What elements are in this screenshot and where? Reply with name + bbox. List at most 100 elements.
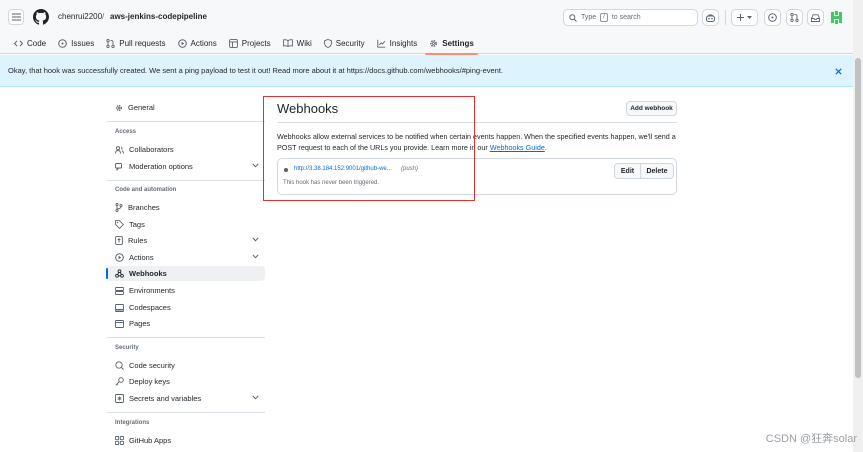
sidebar-item-codespaces[interactable]: Codespaces [107,300,265,315]
user-avatar[interactable] [828,9,845,26]
breadcrumb-owner[interactable]: chenrui2200 [58,12,102,21]
asterisk-icon [115,394,124,403]
apps-icon [115,436,124,445]
table-icon [228,38,238,48]
sidebar-item-secrets-variables[interactable]: Secrets and variables [107,391,265,406]
webhooks-guide-link[interactable]: Webhooks Guide [490,143,545,152]
chevron-down-icon [252,395,259,400]
shield-icon [323,38,332,48]
sidebar-item-pages[interactable]: Pages [107,316,265,331]
book-icon [282,39,293,47]
tab-label: Issues [71,38,95,48]
tab-code[interactable]: Code [8,34,52,52]
sidebar-item-rules[interactable]: Rules [107,233,265,248]
search-shortcut-key: / [600,13,608,22]
sidebar-item-tags[interactable]: Tags [107,217,265,232]
tab-issues[interactable]: Issues [52,34,100,52]
sidebar-item-moderation-options[interactable]: Moderation options [107,159,265,174]
copilot-button[interactable] [702,9,719,26]
sidebar-item-label: Pages [129,319,151,328]
triangle-down-icon [747,16,752,19]
hook-status-dot [284,168,288,172]
sidebar-item-branches[interactable]: Branches [107,200,265,215]
sidebar-heading-code-automation: Code and automation [115,187,177,193]
hook-status-text: This hook has never been triggered. [283,180,380,186]
webhooks-description: Webhooks allow external services to be n… [277,131,677,153]
issue-icon [58,38,67,48]
browser-icon [115,319,124,328]
repo-nav: Code Issues Pull requests Actions Projec… [8,34,480,55]
sidebar-item-label: Tags [129,220,145,229]
add-webhook-button[interactable]: Add webhook [626,101,677,116]
sidebar-item-label: Codespaces [129,303,171,312]
hook-actions: Edit Delete [614,163,674,179]
search-icon [569,13,577,22]
tab-label: Security [335,38,365,48]
hamburger-icon [11,13,21,21]
flash-notice: Okay, that hook was successfully created… [0,55,853,87]
sidebar-item-label: Collaborators [129,145,174,154]
page-title: Webhooks [277,101,339,116]
breadcrumb-repo[interactable]: aws-jenkins-codepipeline [110,12,207,21]
sidebar-heading-access: Access [115,129,137,135]
hook-url-link[interactable]: http://3.38.184.152:9001/github-we... [294,166,392,172]
sidebar-item-label: Webhooks [129,269,167,278]
tab-settings[interactable]: Settings [423,34,480,55]
watermark-text: CSDN @狂奔solar [765,433,857,445]
sidebar-heading-integrations: Integrations [115,420,150,426]
inbox-button[interactable] [807,9,824,26]
tab-actions[interactable]: Actions [172,34,223,52]
edit-hook-button[interactable]: Edit [615,164,641,178]
sidebar-item-actions[interactable]: Actions [107,250,265,265]
identicon-icon [831,11,842,24]
chevron-down-icon [252,237,259,242]
sidebar-item-label: Branches [128,203,160,212]
pull-requests-button[interactable] [786,9,803,26]
sidebar-item-label: Code security [129,361,175,370]
sidebar-heading-security: Security [115,345,139,351]
code-icon [14,39,23,47]
issues-button[interactable] [764,9,781,26]
tag-icon [115,220,124,229]
tab-security[interactable]: Security [318,34,371,52]
gear-icon [115,104,123,111]
tab-label: Settings [442,38,474,48]
tab-projects[interactable]: Projects [223,34,277,52]
search-input[interactable]: Type / to search [563,9,698,26]
comment-discussion-icon [115,162,122,171]
sidebar-item-collaborators[interactable]: Collaborators [107,142,265,157]
copilot-icon [706,13,715,22]
tab-label: Code [27,38,47,48]
delete-hook-button[interactable]: Delete [641,164,673,178]
sidebar-divider [107,121,265,122]
sidebar-item-general[interactable]: General [107,100,265,115]
sidebar-item-github-apps[interactable]: GitHub Apps [107,433,265,448]
chevron-down-icon [252,254,259,259]
sidebar-item-webhooks[interactable]: Webhooks [106,266,265,281]
sidebar-item-environments[interactable]: Environments [107,283,265,298]
sidebar-item-code-security[interactable]: Code security [107,358,265,373]
description-end: . [544,143,547,152]
flash-close-button[interactable] [832,65,844,77]
codespaces-icon [115,303,124,312]
close-icon [834,67,842,75]
scrollbar-thumb[interactable] [855,58,861,378]
webhook-icon [115,269,124,278]
sidebar-divider [107,337,265,338]
tab-insights[interactable]: Insights [371,34,424,52]
github-logo-icon[interactable] [33,9,49,25]
tab-label: Actions [190,38,217,48]
tab-wiki[interactable]: Wiki [277,34,318,52]
sidebar-item-label: Environments [129,286,175,295]
menu-button[interactable] [8,9,24,25]
tab-label: Pull requests [119,38,166,48]
gear-icon [430,39,438,47]
create-new-button[interactable] [731,9,758,26]
sidebar-item-deploy-keys[interactable]: Deploy keys [107,374,265,389]
git-branch-icon [115,203,123,212]
sidebar-item-label: Deploy keys [129,377,170,386]
tab-pull-requests[interactable]: Pull requests [100,34,171,52]
plus-icon [737,14,744,21]
tab-label: Wiki [296,38,312,48]
sidebar-item-label: Actions [129,253,154,262]
